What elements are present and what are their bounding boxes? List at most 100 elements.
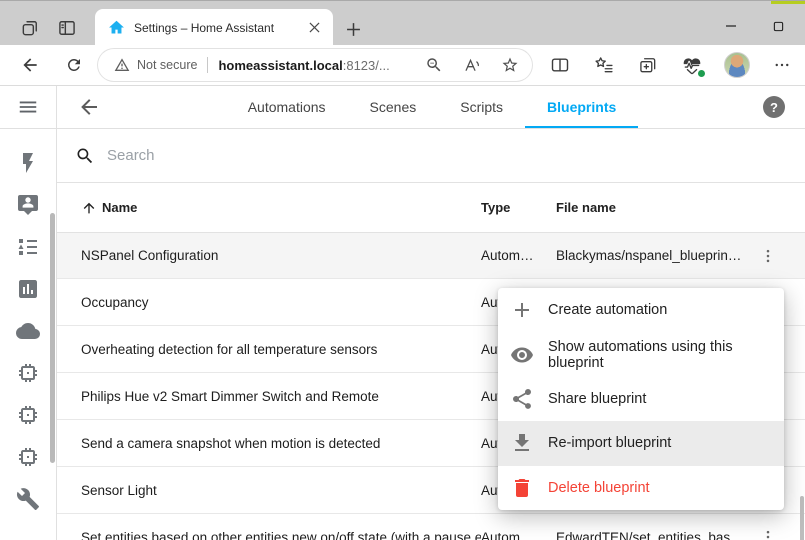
security-label: Not secure xyxy=(137,58,197,72)
tab-scenes[interactable]: Scenes xyxy=(348,86,439,128)
zoom-out-icon[interactable] xyxy=(422,53,446,77)
sidebar-item-device-2[interactable] xyxy=(16,403,40,427)
table-header: Name Type File name xyxy=(57,183,805,233)
lightning-icon xyxy=(16,151,40,175)
sidebar xyxy=(0,86,57,540)
help-button[interactable]: ? xyxy=(763,96,785,118)
hamburger-icon xyxy=(17,96,39,118)
home-assistant-app: Automations Scenes Scripts Blueprints ? … xyxy=(0,85,805,540)
sidebar-item-tools[interactable] xyxy=(16,487,40,511)
window-minimize-icon[interactable] xyxy=(714,13,748,39)
favorites-hub-icon[interactable] xyxy=(592,53,616,77)
table-row[interactable]: NSPanel Configuration Autom… Blackymas/n… xyxy=(57,233,805,279)
browser-refresh-icon[interactable] xyxy=(59,51,89,79)
table-row[interactable]: Set entities based on other entities new… xyxy=(57,514,805,540)
row-overflow-menu-icon[interactable] xyxy=(750,519,786,540)
favorite-star-icon[interactable] xyxy=(498,53,522,77)
sidebar-item-logbook[interactable] xyxy=(16,235,40,259)
menu-item-show-automations[interactable]: Show automations using this blueprint xyxy=(498,332,784,376)
row-name: Set entities based on other entities new… xyxy=(81,530,481,540)
chip-icon xyxy=(16,361,40,385)
column-header-name[interactable]: Name xyxy=(81,200,481,216)
list-icon xyxy=(16,235,40,259)
search-input[interactable] xyxy=(105,146,805,165)
url-rest: :8123/... xyxy=(343,58,390,73)
browser-tab[interactable]: Settings – Home Assistant xyxy=(95,9,333,46)
split-screen-icon[interactable] xyxy=(548,53,572,77)
collections-add-icon[interactable] xyxy=(636,53,660,77)
essentials-status-badge xyxy=(697,69,706,78)
chip-icon xyxy=(16,445,40,469)
menu-item-label: Delete blueprint xyxy=(548,480,650,496)
row-name: Philips Hue v2 Smart Dimmer Switch and R… xyxy=(81,389,481,404)
tab-close-icon[interactable] xyxy=(303,17,325,39)
tab-scripts[interactable]: Scripts xyxy=(438,86,525,128)
address-bar[interactable]: Not secure homeassistant.local:8123/... xyxy=(98,49,532,81)
menu-item-label: Show automations using this blueprint xyxy=(548,339,768,371)
sidebar-item-device-3[interactable] xyxy=(16,445,40,469)
tab-automations[interactable]: Automations xyxy=(226,86,348,128)
desktop-peek-strip xyxy=(771,1,805,4)
row-name: Sensor Light xyxy=(81,483,481,498)
chip-icon xyxy=(16,403,40,427)
profile-avatar[interactable] xyxy=(724,52,750,78)
share-icon xyxy=(510,387,534,411)
url-text[interactable]: homeassistant.local:8123/... xyxy=(218,58,389,73)
menu-item-delete-blueprint[interactable]: Delete blueprint xyxy=(498,466,784,510)
sidebar-toggle-button[interactable] xyxy=(0,86,56,129)
bar-chart-icon xyxy=(16,277,40,301)
menu-item-label: Share blueprint xyxy=(548,391,646,407)
sidebar-scrollbar[interactable] xyxy=(50,213,55,463)
site-security[interactable]: Not secure xyxy=(114,57,197,73)
main-content: Automations Scenes Scripts Blueprints ? … xyxy=(57,86,805,540)
url-host: homeassistant.local xyxy=(218,58,342,73)
new-tab-icon[interactable] xyxy=(340,16,366,42)
menu-item-reimport-blueprint[interactable]: Re-import blueprint xyxy=(498,421,784,465)
browser-menu-icon[interactable] xyxy=(770,53,794,77)
menu-item-label: Create automation xyxy=(548,302,667,318)
row-file: EdwardTEN/set_entities_bas… xyxy=(556,530,746,540)
row-overflow-menu-icon[interactable] xyxy=(750,238,786,274)
tab-bar: Automations Scenes Scripts Blueprints xyxy=(101,86,763,128)
sidebar-item-cloud[interactable] xyxy=(16,319,40,343)
row-name: Occupancy xyxy=(81,295,481,310)
workspaces-icon[interactable] xyxy=(15,14,45,42)
browser-titlebar: Settings – Home Assistant xyxy=(0,0,805,45)
tab-blueprints[interactable]: Blueprints xyxy=(525,86,638,128)
sidebar-item-device-1[interactable] xyxy=(16,361,40,385)
plus-icon xyxy=(510,298,534,322)
sort-arrow-up-icon xyxy=(81,200,97,216)
row-type: Autom… xyxy=(481,530,556,540)
sidebar-item-energy[interactable] xyxy=(16,151,40,175)
app-back-icon[interactable] xyxy=(77,95,101,119)
menu-item-label: Re-import blueprint xyxy=(548,435,671,451)
menu-item-create-automation[interactable]: Create automation xyxy=(498,288,784,332)
browser-essentials-icon[interactable] xyxy=(680,53,704,77)
search-bar[interactable] xyxy=(57,129,805,183)
eye-icon xyxy=(510,343,534,367)
blueprint-context-menu: Create automation Show automations using… xyxy=(498,288,784,510)
app-header: Automations Scenes Scripts Blueprints ? xyxy=(57,86,805,129)
person-badge-icon xyxy=(16,193,40,217)
tab-title: Settings – Home Assistant xyxy=(134,21,303,35)
browser-back-icon[interactable] xyxy=(15,51,45,79)
sidebar-item-person[interactable] xyxy=(16,193,40,217)
read-aloud-icon[interactable] xyxy=(460,53,484,77)
cloud-icon xyxy=(16,319,40,343)
window-maximize-icon[interactable] xyxy=(761,13,795,39)
warning-icon xyxy=(114,57,130,73)
search-icon xyxy=(75,146,95,166)
vertical-tabs-icon[interactable] xyxy=(52,14,82,42)
trash-icon xyxy=(510,476,534,500)
row-name: Overheating detection for all temperatur… xyxy=(81,342,481,357)
column-header-file[interactable]: File name xyxy=(556,200,746,215)
row-name: Send a camera snapshot when motion is de… xyxy=(81,436,481,451)
wrench-icon xyxy=(16,487,40,511)
column-header-type[interactable]: Type xyxy=(481,200,556,215)
divider xyxy=(207,57,208,73)
menu-item-share-blueprint[interactable]: Share blueprint xyxy=(498,377,784,421)
sidebar-item-history[interactable] xyxy=(16,277,40,301)
page-scrollbar[interactable] xyxy=(800,496,804,540)
row-file: Blackymas/nspanel_blueprin… xyxy=(556,248,746,263)
browser-toolbar: Not secure homeassistant.local:8123/... xyxy=(0,45,805,85)
